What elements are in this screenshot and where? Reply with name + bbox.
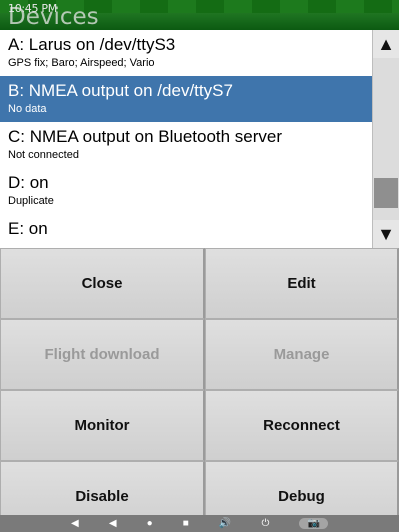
device-name: A: Larus on /dev/ttyS3 [8, 35, 176, 54]
reconnect-button[interactable]: Reconnect [205, 390, 399, 461]
system-nav-bar: ◀ ◀ ● ■ 🔊 ⏻ 📷 [0, 515, 399, 532]
close-button[interactable]: Close [0, 248, 205, 319]
scroll-thumb[interactable] [374, 178, 398, 208]
power-icon[interactable]: ⏻ [261, 518, 269, 529]
device-row-c[interactable]: C: NMEA output on Bluetooth server Not c… [0, 122, 372, 168]
device-row-d[interactable]: D: on Duplicate [0, 168, 372, 214]
device-name: E: on [8, 219, 48, 238]
manage-button[interactable]: Manage [205, 319, 399, 390]
device-list[interactable]: A: Larus on /dev/ttyS3 GPS fix; Baro; Ai… [0, 30, 372, 248]
device-row-a[interactable]: A: Larus on /dev/ttyS3 GPS fix; Baro; Ai… [0, 30, 372, 76]
back-icon[interactable]: ◀ [109, 518, 117, 529]
volume-down-icon[interactable]: ◀ [71, 518, 79, 529]
device-status: GPS fix; Baro; Airspeed; Vario [8, 57, 155, 69]
home-icon[interactable]: ● [147, 518, 153, 529]
monitor-button[interactable]: Monitor [0, 390, 205, 461]
device-name: D: on [8, 173, 49, 192]
device-status: Not connected [8, 149, 79, 161]
title-bar: Devices 10:45 PM [0, 0, 399, 30]
flight-download-button[interactable]: Flight download [0, 319, 205, 390]
edit-button[interactable]: Edit [205, 248, 399, 319]
device-name: B: NMEA output on /dev/ttyS7 [8, 81, 233, 100]
scroll-up-icon[interactable]: ▲ [373, 30, 399, 58]
volume-up-icon[interactable]: 🔊 [219, 518, 231, 529]
button-grid: Close Edit Flight download Manage Monito… [0, 248, 399, 532]
screenshot-icon[interactable]: 📷 [299, 518, 328, 529]
device-status: Duplicate [8, 195, 54, 207]
device-row-e[interactable]: E: on [0, 214, 372, 248]
device-row-b[interactable]: B: NMEA output on /dev/ttyS7 No data [0, 76, 372, 122]
device-name: C: NMEA output on Bluetooth server [8, 127, 283, 146]
device-status: No data [8, 103, 47, 115]
list-scrollbar[interactable]: ▲ ▼ [372, 30, 399, 248]
status-time: 10:45 PM [8, 2, 57, 15]
scroll-down-icon[interactable]: ▼ [373, 220, 399, 248]
recents-icon[interactable]: ■ [183, 518, 189, 529]
